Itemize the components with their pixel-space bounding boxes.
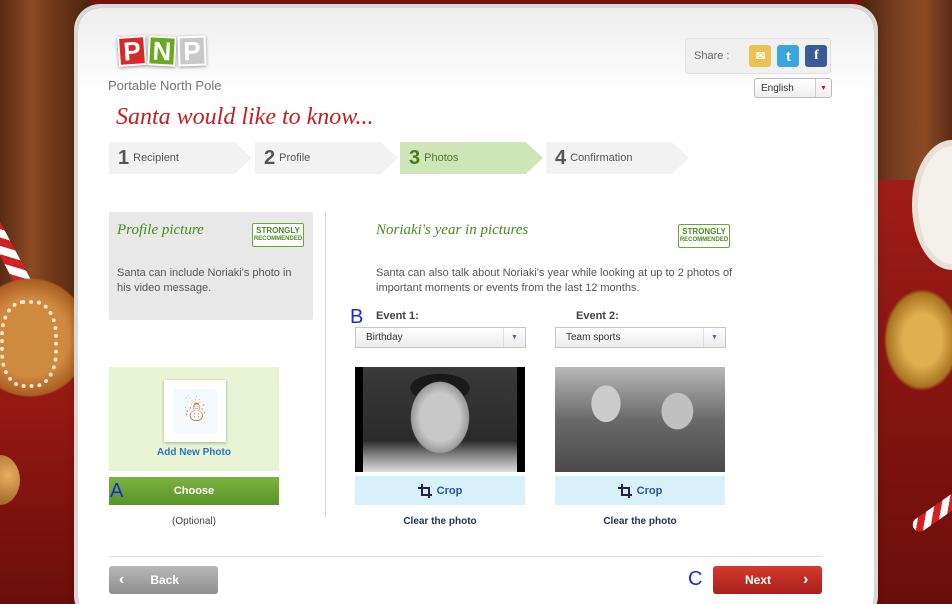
- back-button[interactable]: ‹ Back: [109, 566, 218, 594]
- step-number: 4: [555, 146, 567, 169]
- bow-decoration: [877, 280, 952, 400]
- step-number: 2: [264, 146, 276, 169]
- logo-tiles: P N P: [116, 35, 207, 67]
- column-divider: [325, 212, 326, 518]
- choose-button[interactable]: Choose: [109, 477, 279, 505]
- share-box: Share : ✉ t f: [685, 38, 831, 74]
- step-number: 1: [118, 146, 130, 169]
- chevron-down-icon: ▼: [703, 328, 725, 347]
- back-label: Back: [150, 573, 180, 587]
- crop-icon: [417, 484, 432, 498]
- event-1-clear-link[interactable]: Clear the photo: [355, 516, 525, 527]
- event-2-photo-image: [555, 367, 725, 472]
- step-label: Profile: [279, 152, 311, 164]
- cookie-star-decoration: [0, 270, 80, 420]
- photo-placeholder[interactable]: ☃: [164, 380, 226, 442]
- event-1-photo-image: [363, 367, 517, 472]
- footer-divider: [109, 556, 822, 557]
- profile-section-title: Profile picture: [117, 222, 204, 238]
- add-photo-dropzone[interactable]: ☃ Add New Photo: [109, 367, 279, 471]
- step-profile[interactable]: 2 Profile: [255, 142, 398, 174]
- facebook-icon[interactable]: f: [805, 45, 828, 67]
- mail-icon[interactable]: ✉: [749, 45, 772, 67]
- chevron-down-icon: ▼: [503, 328, 525, 347]
- annotation-b: B: [350, 306, 364, 328]
- step-confirmation[interactable]: 4 Confirmation: [546, 142, 689, 174]
- add-new-photo-link[interactable]: Add New Photo: [109, 447, 279, 458]
- crop-label: Crop: [436, 484, 463, 497]
- badge-line1: STRONGLY: [256, 226, 300, 235]
- strongly-recommended-badge: STRONGLY RECOMMENDED: [252, 223, 304, 247]
- year-section-title: Noriaki's year in pictures: [376, 222, 529, 238]
- badge-line2: RECOMMENDED: [679, 237, 729, 243]
- strongly-recommended-badge-year: STRONGLY RECOMMENDED: [678, 224, 730, 248]
- language-select[interactable]: English ▼: [754, 78, 832, 98]
- event-1-photo[interactable]: [355, 367, 525, 472]
- logo-tile-p: P: [116, 35, 148, 67]
- chevron-left-icon: ‹: [119, 571, 125, 588]
- logo-tile-n: N: [147, 35, 177, 67]
- profile-description: Santa can include Noriaki's photo in his…: [117, 267, 292, 294]
- share-label: Share :: [694, 50, 730, 62]
- language-selected: English: [761, 82, 794, 94]
- next-button[interactable]: Next ›: [713, 566, 822, 594]
- step-number: 3: [409, 146, 421, 169]
- event-2-crop-button[interactable]: Crop: [555, 476, 725, 505]
- step-label: Photos: [424, 152, 459, 164]
- event-1-selected: Birthday: [366, 332, 403, 343]
- year-description: Santa can also talk about Noriaki's year…: [376, 267, 733, 294]
- profile-picture-section: Profile picture STRONGLY RECOMMENDED San…: [109, 212, 313, 320]
- page-title: Santa would like to know...: [116, 104, 374, 130]
- chevron-right-icon: ›: [803, 571, 809, 588]
- event-2-photo[interactable]: [555, 367, 725, 472]
- crop-icon: [617, 484, 632, 498]
- logo-subtitle: Portable North Pole: [108, 78, 222, 93]
- step-photos[interactable]: 3 Photos: [400, 142, 543, 174]
- event-1-crop-button[interactable]: Crop: [355, 476, 525, 505]
- event-1-label: Event 1:: [376, 310, 419, 322]
- optional-label: (Optional): [172, 516, 216, 527]
- gingerbread-icon: ☃: [173, 389, 217, 433]
- badge-line2: RECOMMENDED: [253, 236, 303, 242]
- event-2-clear-link[interactable]: Clear the photo: [555, 516, 725, 527]
- twitter-icon[interactable]: t: [777, 45, 800, 67]
- event-1-select[interactable]: Birthday ▼: [355, 327, 526, 348]
- event-2-selected: Team sports: [566, 332, 621, 343]
- event-2-label: Event 2:: [576, 310, 619, 322]
- annotation-a: A: [110, 480, 124, 502]
- next-label: Next: [745, 573, 772, 587]
- annotation-c: C: [688, 568, 703, 590]
- badge-line1: STRONGLY: [682, 227, 726, 236]
- event-2-select[interactable]: Team sports ▼: [555, 327, 726, 348]
- chevron-down-icon: ▼: [815, 79, 831, 97]
- step-recipient[interactable]: 1 Recipient: [109, 142, 252, 174]
- step-label: Confirmation: [570, 152, 633, 164]
- logo-tile-p2: P: [177, 35, 207, 67]
- pnp-logo[interactable]: P N P: [116, 35, 207, 67]
- step-label: Recipient: [133, 152, 179, 164]
- crop-label: Crop: [636, 484, 663, 497]
